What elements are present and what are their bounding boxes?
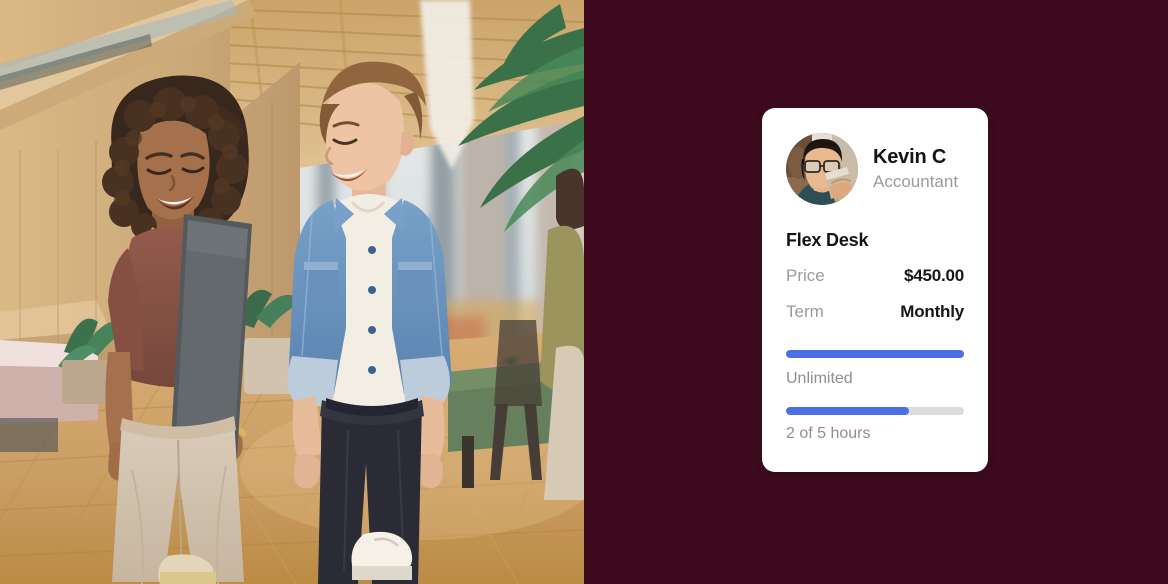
profile-role: Accountant xyxy=(873,172,959,191)
plan-title: Flex Desk xyxy=(786,230,869,250)
meter-unlimited: Unlimited xyxy=(786,350,964,389)
office-photo xyxy=(0,0,584,584)
progress-bar-hours xyxy=(786,407,964,415)
term-value: Monthly xyxy=(900,302,964,321)
plan-details: Price $450.00 Term Monthly xyxy=(786,266,964,338)
progress-bar-hours-fill xyxy=(786,407,909,415)
membership-card[interactable]: Kevin C Accountant Flex Desk Price $450.… xyxy=(762,108,988,472)
avatar-portrait-icon xyxy=(786,133,858,205)
avatar xyxy=(786,133,858,205)
meter-caption-hours: 2 of 5 hours xyxy=(786,425,871,442)
profile-text: Kevin C Accountant xyxy=(873,145,958,193)
price-value: $450.00 xyxy=(903,266,964,285)
office-photo-illustration xyxy=(0,0,584,584)
term-label: Term xyxy=(786,302,824,321)
profile-header: Kevin C Accountant xyxy=(786,133,964,205)
meter-hours: 2 of 5 hours xyxy=(786,407,964,444)
price-label: Price xyxy=(786,266,825,285)
progress-bar-unlimited xyxy=(786,350,964,358)
meter-caption-unlimited: Unlimited xyxy=(786,370,853,387)
detail-row-term: Term Monthly xyxy=(786,302,964,338)
detail-row-price: Price $450.00 xyxy=(786,266,964,302)
screenshot-root: Kevin C Accountant Flex Desk Price $450.… xyxy=(0,0,1168,584)
profile-name: Kevin C xyxy=(873,146,947,168)
